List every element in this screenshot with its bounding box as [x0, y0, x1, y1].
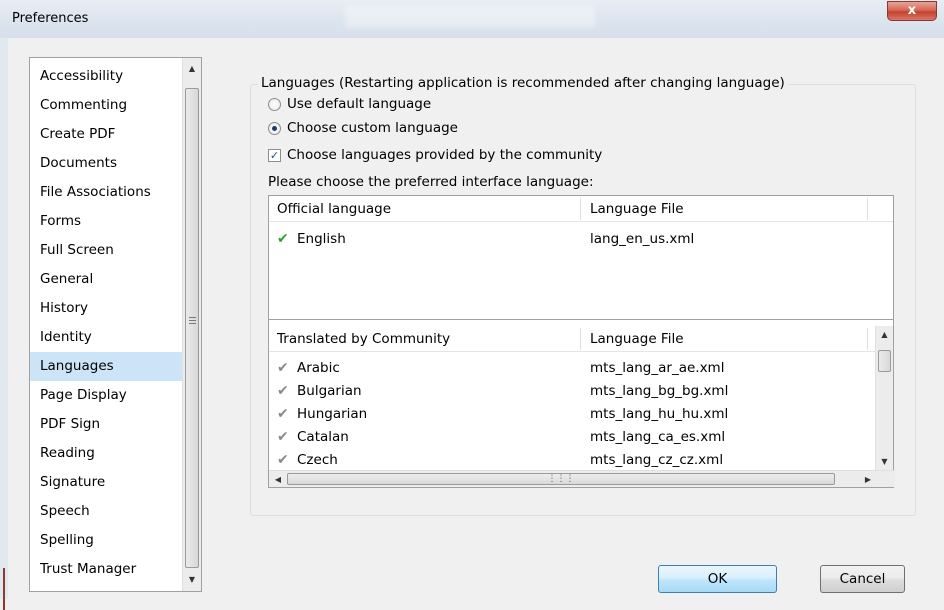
window-edge — [0, 38, 8, 610]
background-window-title — [345, 6, 595, 28]
language-file-header[interactable]: Language File — [590, 196, 684, 222]
sidebar-item-identity[interactable]: Identity — [30, 323, 182, 352]
category-items: Accessibility Commenting Create PDF Documen… — [30, 58, 182, 584]
language-row[interactable]: ✔ Arabic mts_lang_ar_ae.xml — [269, 357, 893, 379]
translated-by-community-header[interactable]: Translated by Community — [277, 326, 450, 352]
community-file-header[interactable]: Language File — [590, 326, 684, 352]
language-file: lang_en_us.xml — [590, 231, 695, 247]
use-default-label: Use default language — [287, 96, 432, 112]
language-name: Hungarian — [297, 406, 368, 422]
check-green-icon: ✔ — [277, 231, 289, 247]
check-gray-icon: ✔ — [277, 383, 289, 399]
language-row[interactable]: ✔ Hungarian mts_lang_hu_hu.xml — [269, 403, 893, 425]
scroll-up-arrow-icon[interactable]: ▲ — [183, 60, 201, 78]
sidebar-item-commenting[interactable]: Commenting — [30, 91, 182, 120]
sidebar-item-forms[interactable]: Forms — [30, 207, 182, 236]
language-file: mts_lang_ar_ae.xml — [590, 360, 725, 376]
language-file: mts_lang_cz_cz.xml — [590, 452, 724, 468]
language-name: Czech — [297, 452, 338, 468]
language-prompt: Please choose the preferred interface la… — [268, 174, 594, 190]
community-language-list[interactable]: Translated by Community Language File ✔ A… — [268, 320, 895, 488]
community-label: Choose languages provided by the communi… — [287, 147, 603, 163]
title-bar: Preferences x — [0, 0, 944, 38]
sidebar-item-pdf-sign[interactable]: PDF Sign — [30, 410, 182, 439]
sidebar-item-documents[interactable]: Documents — [30, 149, 182, 178]
check-gray-icon: ✔ — [277, 360, 289, 376]
language-file: mts_lang_ca_es.xml — [590, 429, 726, 445]
language-file: mts_lang_bg_bg.xml — [590, 383, 729, 399]
languages-group-title: Languages (Restarting application is rec… — [258, 75, 788, 91]
sidebar-item-languages[interactable]: Languages — [30, 352, 182, 381]
choose-custom-radio[interactable] — [268, 121, 281, 135]
horizontal-scroll-thumb[interactable]: ⋮⋮⋮ — [287, 473, 835, 485]
check-gray-icon: ✔ — [277, 406, 289, 422]
sidebar-item-signature[interactable]: Signature — [30, 468, 182, 497]
language-name: English — [297, 231, 346, 247]
language-name: Bulgarian — [297, 383, 362, 399]
language-row[interactable]: ✔ Catalan mts_lang_ca_es.xml — [269, 426, 893, 448]
choose-custom-language-option[interactable]: Choose custom language — [268, 120, 458, 136]
community-list-header: Translated by Community Language File — [269, 326, 893, 352]
sidebar-item-create-pdf[interactable]: Create PDF — [30, 120, 182, 149]
sidebar-item-spelling[interactable]: Spelling — [30, 526, 182, 555]
ok-button[interactable]: OK — [658, 565, 777, 593]
official-language-header[interactable]: Official language — [277, 196, 391, 222]
language-row[interactable]: ✔ Bulgarian mts_lang_bg_bg.xml — [269, 380, 893, 402]
language-name: Catalan — [297, 429, 349, 445]
scroll-right-arrow-icon[interactable]: ▶ — [859, 471, 877, 488]
close-button[interactable]: x — [887, 1, 937, 21]
sidebar-item-history[interactable]: History — [30, 294, 182, 323]
community-checkbox[interactable]: ✓ — [268, 148, 281, 162]
check-gray-icon: ✔ — [277, 452, 289, 468]
sidebar-item-file-associations[interactable]: File Associations — [30, 178, 182, 207]
community-horizontal-scrollbar[interactable]: ◀ ⋮⋮⋮ ▶ — [269, 470, 895, 487]
language-row[interactable]: ✔ English lang_en_us.xml — [269, 228, 893, 250]
scroll-left-arrow-icon[interactable]: ◀ — [269, 471, 287, 488]
choose-custom-label: Choose custom language — [287, 120, 458, 136]
sidebar-item-accessibility[interactable]: Accessibility — [30, 62, 182, 91]
sidebar-item-trust-manager[interactable]: Trust Manager — [30, 555, 182, 584]
scroll-thumb[interactable] — [878, 350, 891, 372]
category-list[interactable]: Accessibility Commenting Create PDF Documen… — [29, 57, 202, 592]
use-default-language-option[interactable]: Use default language — [268, 96, 431, 112]
community-vertical-scrollbar[interactable]: ▲ ▼ — [875, 326, 893, 471]
official-language-list[interactable]: Official language Language File ✔ English… — [268, 195, 894, 320]
scroll-up-arrow-icon[interactable]: ▲ — [876, 328, 893, 342]
scroll-thumb[interactable] — [185, 88, 199, 568]
use-default-radio[interactable] — [268, 97, 281, 111]
window-title: Preferences — [12, 11, 89, 26]
language-row[interactable]: ✔ Czech mts_lang_cz_cz.xml — [269, 449, 893, 471]
sidebar-item-speech[interactable]: Speech — [30, 497, 182, 526]
check-gray-icon: ✔ — [277, 429, 289, 445]
cancel-button[interactable]: Cancel — [820, 565, 905, 593]
official-list-header: Official language Language File — [269, 196, 893, 222]
scroll-down-arrow-icon[interactable]: ▼ — [183, 571, 201, 589]
community-languages-option[interactable]: ✓ Choose languages provided by the commu… — [268, 147, 602, 163]
language-file: mts_lang_hu_hu.xml — [590, 406, 729, 422]
sidebar-item-general[interactable]: General — [30, 265, 182, 294]
sidebar-item-page-display[interactable]: Page Display — [30, 381, 182, 410]
category-scrollbar[interactable]: ▲ ▼ — [182, 58, 201, 591]
scroll-down-arrow-icon[interactable]: ▼ — [876, 455, 893, 469]
sidebar-item-reading[interactable]: Reading — [30, 439, 182, 468]
sidebar-item-full-screen[interactable]: Full Screen — [30, 236, 182, 265]
language-name: Arabic — [297, 360, 340, 376]
